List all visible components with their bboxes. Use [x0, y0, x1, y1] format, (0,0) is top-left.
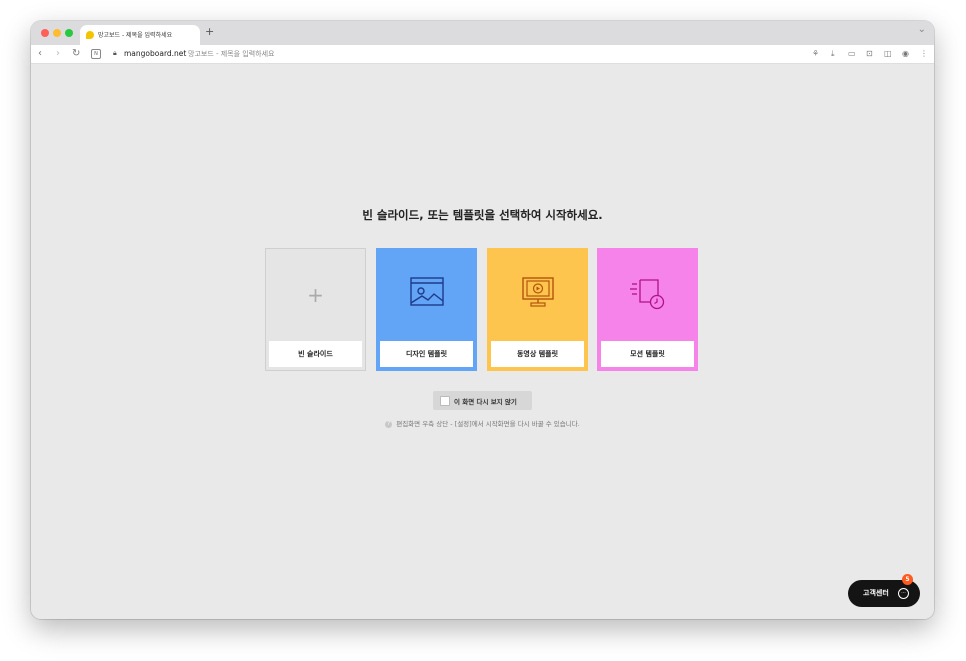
dont-show-again-label: 이 화면 다시 보지 않기 [454, 398, 517, 406]
translate-icon[interactable]: ⚘ [812, 49, 819, 58]
site-info-icon[interactable]: N [91, 49, 101, 59]
motion-template-label: 모션 템플릿 [601, 341, 694, 367]
motion-clock-icon [597, 276, 698, 314]
image-icon [376, 276, 477, 312]
close-window-button[interactable] [41, 29, 49, 37]
start-screen: 빈 슬라이드, 또는 템플릿을 선택하여 시작하세요. + 빈 슬라이드 디자인… [31, 64, 934, 619]
sidebar-icon[interactable]: ◫ [884, 49, 892, 58]
reload-icon[interactable]: ↻ [72, 48, 80, 60]
browser-window: 망고보드 - 제목을 입력하세요 + ⌄ ‹ › ↻ N 🔒︎ mangoboa… [31, 21, 934, 619]
question-icon: ? [385, 420, 393, 428]
mango-favicon-icon [86, 31, 94, 39]
back-icon[interactable]: ‹ [38, 48, 42, 60]
hint-row: ? 편집화면 우측 상단 - [설정]에서 시작화면을 다시 바꿀 수 있습니다. [31, 418, 934, 428]
blank-slide-label: 빈 슬라이드 [269, 341, 362, 367]
cast-icon[interactable]: ▭ [848, 49, 856, 58]
download-icon[interactable]: ⤓ [831, 49, 835, 58]
plus-icon: + [307, 283, 324, 307]
video-template-card[interactable]: 동영상 템플릿 [487, 248, 588, 371]
video-template-label: 동영상 템플릿 [491, 341, 584, 367]
forward-icon[interactable]: › [56, 48, 60, 60]
screenshot-icon[interactable]: ⊡ [866, 49, 873, 58]
video-monitor-icon [487, 276, 588, 312]
dont-show-again-checkbox[interactable] [440, 396, 450, 406]
customer-center-label: 고객센터 [863, 589, 889, 597]
profile-icon[interactable]: ⌄ [918, 24, 926, 35]
chat-bubble-icon: ··· [898, 588, 909, 599]
design-template-card[interactable]: 디자인 템플릿 [376, 248, 477, 371]
minimize-window-button[interactable] [53, 29, 61, 37]
browser-tab[interactable]: 망고보드 - 제목을 입력하세요 [80, 25, 200, 45]
blank-slide-card[interactable]: + 빈 슬라이드 [265, 248, 366, 371]
notification-badge: 5 [902, 574, 913, 585]
menu-icon[interactable]: ⋮ [920, 49, 928, 58]
new-tab-button[interactable]: + [205, 26, 214, 38]
tab-title: 망고보드 - 제목을 입력하세요 [98, 32, 173, 39]
title-bar: 망고보드 - 제목을 입력하세요 + ⌄ [31, 21, 934, 45]
account-icon[interactable]: ◉ [902, 49, 909, 58]
page-title: 빈 슬라이드, 또는 템플릿을 선택하여 시작하세요. [362, 208, 603, 222]
dont-show-again-button[interactable]: 이 화면 다시 보지 않기 [433, 391, 532, 410]
design-template-label: 디자인 템플릿 [380, 341, 473, 367]
hint-text: 편집화면 우측 상단 - [설정]에서 시작화면을 다시 바꿀 수 있습니다. [396, 420, 580, 428]
lock-icon: 🔒︎ [113, 49, 117, 57]
maximize-window-button[interactable] [65, 29, 73, 37]
address-bar: ‹ › ↻ N 🔒︎ mangoboard.net 망고보드 - 제목을 입력하… [31, 45, 934, 64]
motion-template-card[interactable]: 모션 템플릿 [597, 248, 698, 371]
url-title[interactable]: 망고보드 - 제목을 입력하세요 [188, 49, 274, 59]
customer-center-button[interactable]: 고객센터 ··· 5 [848, 574, 920, 607]
url-domain[interactable]: mangoboard.net [124, 49, 186, 58]
